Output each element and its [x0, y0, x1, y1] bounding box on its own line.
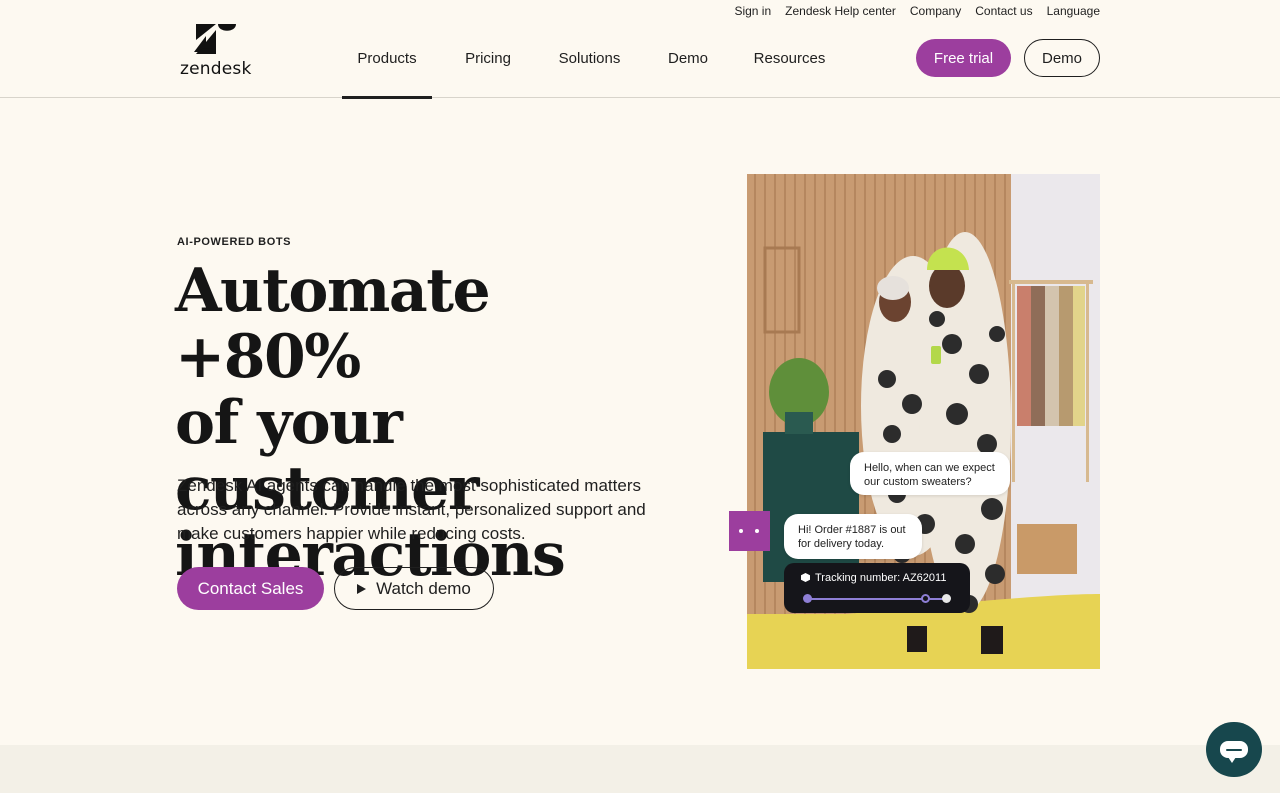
tracking-label: Tracking number: AZ62011 — [815, 572, 947, 584]
nav-pricing[interactable]: Pricing — [432, 0, 544, 98]
next-section-band — [0, 745, 1280, 793]
language-link[interactable]: Language — [1047, 4, 1100, 18]
nav-solutions[interactable]: Solutions — [544, 0, 635, 98]
hero-eyebrow: AI-POWERED BOTS — [177, 236, 292, 248]
site-header: Sign in Zendesk Help center Company Cont… — [0, 0, 1280, 99]
tracking-current-dot — [921, 594, 931, 603]
customer-message-bubble: Hello, when can we expect our custom swe… — [850, 452, 1010, 495]
play-icon — [357, 583, 367, 594]
chat-launcher-button[interactable] — [1206, 722, 1262, 777]
demo-button[interactable]: Demo — [1024, 39, 1100, 77]
free-trial-button[interactable]: Free trial — [916, 39, 1011, 77]
zendesk-logo[interactable]: zendesk — [180, 22, 254, 79]
hero-subtext: Zendesk AI agents can handle the most so… — [177, 476, 646, 543]
contact-sales-button[interactable]: Contact Sales — [177, 567, 324, 610]
zendesk-logo-icon — [194, 24, 236, 54]
nav-resources[interactable]: Resources — [741, 0, 838, 98]
tracking-start-dot — [803, 594, 812, 603]
watch-demo-button[interactable]: Watch demo — [334, 567, 494, 610]
chat-icon — [1220, 741, 1248, 758]
nav-products[interactable]: Products — [342, 0, 432, 99]
main-nav: Products Pricing Solutions Demo Resource… — [342, 0, 838, 99]
nav-demo[interactable]: Demo — [635, 0, 741, 98]
tracking-card: Tracking number: AZ62011 — [784, 563, 970, 613]
bot-reply-bubble: Hi! Order #1887 is out for delivery toda… — [784, 514, 922, 559]
company-link[interactable]: Company — [910, 4, 961, 18]
chat-widget-tab — [729, 511, 770, 551]
headline-line: Automate +80% — [175, 256, 491, 392]
watch-demo-label: Watch demo — [376, 578, 471, 598]
logo-wordmark: zendesk — [180, 59, 252, 79]
package-icon — [801, 573, 810, 582]
tracking-end-dot — [942, 594, 951, 603]
contact-us-link[interactable]: Contact us — [975, 4, 1032, 18]
